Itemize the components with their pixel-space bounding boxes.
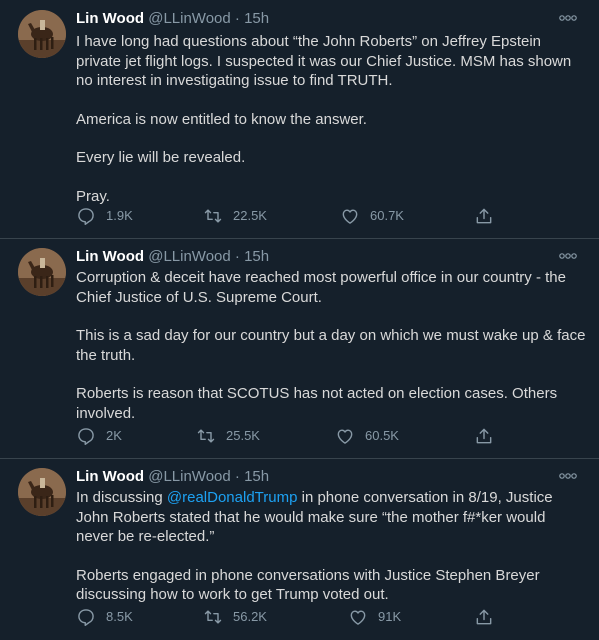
retweet-button[interactable]: 56.2K — [203, 607, 267, 627]
tweet-header: Lin Wood @LLinWood · 15h — [76, 10, 269, 28]
retweet-icon — [204, 209, 222, 223]
like-button[interactable]: 60.5K — [335, 426, 399, 446]
retweet-button[interactable]: 25.5K — [196, 426, 260, 446]
retweet-icon — [197, 429, 215, 443]
share-button[interactable] — [474, 426, 504, 446]
author-handle[interactable]: @LLinWood — [148, 468, 231, 485]
like-icon — [350, 610, 366, 625]
tweet-paragraph: Roberts is reason that SCOTUS has not ac… — [76, 385, 558, 422]
retweet-count: 56.2K — [233, 609, 267, 624]
more-icon[interactable] — [559, 252, 577, 260]
share-button[interactable] — [474, 607, 504, 627]
share-button[interactable] — [474, 206, 504, 226]
tweet-3[interactable]: Lin Wood @LLinWood · 15h In discussing @… — [0, 459, 599, 640]
tweet-paragraph: America is now entitled to know the answ… — [76, 110, 367, 128]
tweet-paragraph: Every lie will be revealed. — [76, 149, 246, 166]
more-icon[interactable] — [559, 472, 577, 480]
avatar[interactable] — [18, 10, 66, 58]
author-handle[interactable]: @LLinWood — [148, 10, 231, 27]
author-handle[interactable]: @LLinWood — [148, 248, 231, 265]
action-bar: 2K 25.5K 60.5K — [76, 426, 496, 446]
action-bar: 1.9K 22.5K 60.7K — [76, 206, 496, 226]
like-count: 91K — [378, 609, 402, 624]
timestamp[interactable]: 15h — [244, 248, 269, 265]
tweet-paragraph: I have long had questions about “the Joh… — [76, 33, 572, 89]
reply-button[interactable]: 8.5K — [76, 607, 133, 627]
avatar[interactable] — [18, 468, 66, 516]
tweet-paragraph: Roberts engaged in phone conversations w… — [76, 566, 540, 604]
tweet-header: Lin Wood @LLinWood · 15h — [76, 248, 269, 266]
tweet-header: Lin Wood @LLinWood · 15h — [76, 468, 269, 486]
like-button[interactable]: 60.7K — [340, 206, 404, 226]
tweet-text: Corruption & deceit have reached most po… — [76, 268, 586, 423]
share-icon — [476, 208, 492, 224]
timestamp[interactable]: 15h — [244, 468, 269, 485]
reply-icon — [78, 428, 94, 446]
share-icon — [476, 428, 492, 444]
avatar[interactable] — [18, 248, 66, 296]
reply-count: 8.5K — [106, 609, 133, 624]
reply-count: 2K — [106, 428, 122, 443]
tweet-paragraph: Corruption & deceit have reached most po… — [76, 269, 566, 306]
retweet-count: 25.5K — [226, 428, 260, 443]
reply-icon — [78, 609, 94, 627]
more-icon[interactable] — [559, 14, 577, 22]
share-icon — [476, 609, 492, 625]
reply-icon — [78, 208, 94, 226]
retweet-icon — [204, 610, 222, 624]
tweet-text-segment: In discussing — [76, 489, 167, 506]
action-bar: 8.5K 56.2K 91K — [76, 607, 496, 627]
like-icon — [337, 429, 353, 444]
tweet-paragraph: Pray. — [76, 187, 110, 205]
tweet-text: I have long had questions about “the Joh… — [76, 32, 586, 206]
author-name[interactable]: Lin Wood — [76, 10, 144, 27]
timestamp[interactable]: 15h — [244, 10, 269, 27]
retweet-button[interactable]: 22.5K — [203, 206, 267, 226]
tweet-paragraph: In discussing @realDonaldTrump in phone … — [76, 488, 586, 547]
reply-button[interactable]: 1.9K — [76, 206, 133, 226]
separator-dot: · — [234, 10, 240, 27]
reply-count: 1.9K — [106, 208, 133, 223]
tweet-2[interactable]: Lin Wood @LLinWood · 15h Corruption & de… — [0, 239, 599, 458]
like-icon — [342, 209, 358, 224]
reply-button[interactable]: 2K — [76, 426, 122, 446]
retweet-count: 22.5K — [233, 208, 267, 223]
tweet-paragraph: This is a sad day for our country but a … — [76, 327, 586, 364]
author-name[interactable]: Lin Wood — [76, 248, 144, 265]
like-button[interactable]: 91K — [348, 607, 401, 627]
separator-dot: · — [234, 248, 240, 265]
tweet-text: In discussing @realDonaldTrump in phone … — [76, 488, 586, 605]
mention-link[interactable]: @realDonaldTrump — [167, 489, 298, 506]
like-count: 60.7K — [370, 208, 404, 223]
tweet-1[interactable]: Lin Wood @LLinWood · 15h I have long had… — [0, 0, 599, 238]
separator-dot: · — [234, 468, 240, 485]
author-name[interactable]: Lin Wood — [76, 468, 144, 485]
like-count: 60.5K — [365, 428, 399, 443]
